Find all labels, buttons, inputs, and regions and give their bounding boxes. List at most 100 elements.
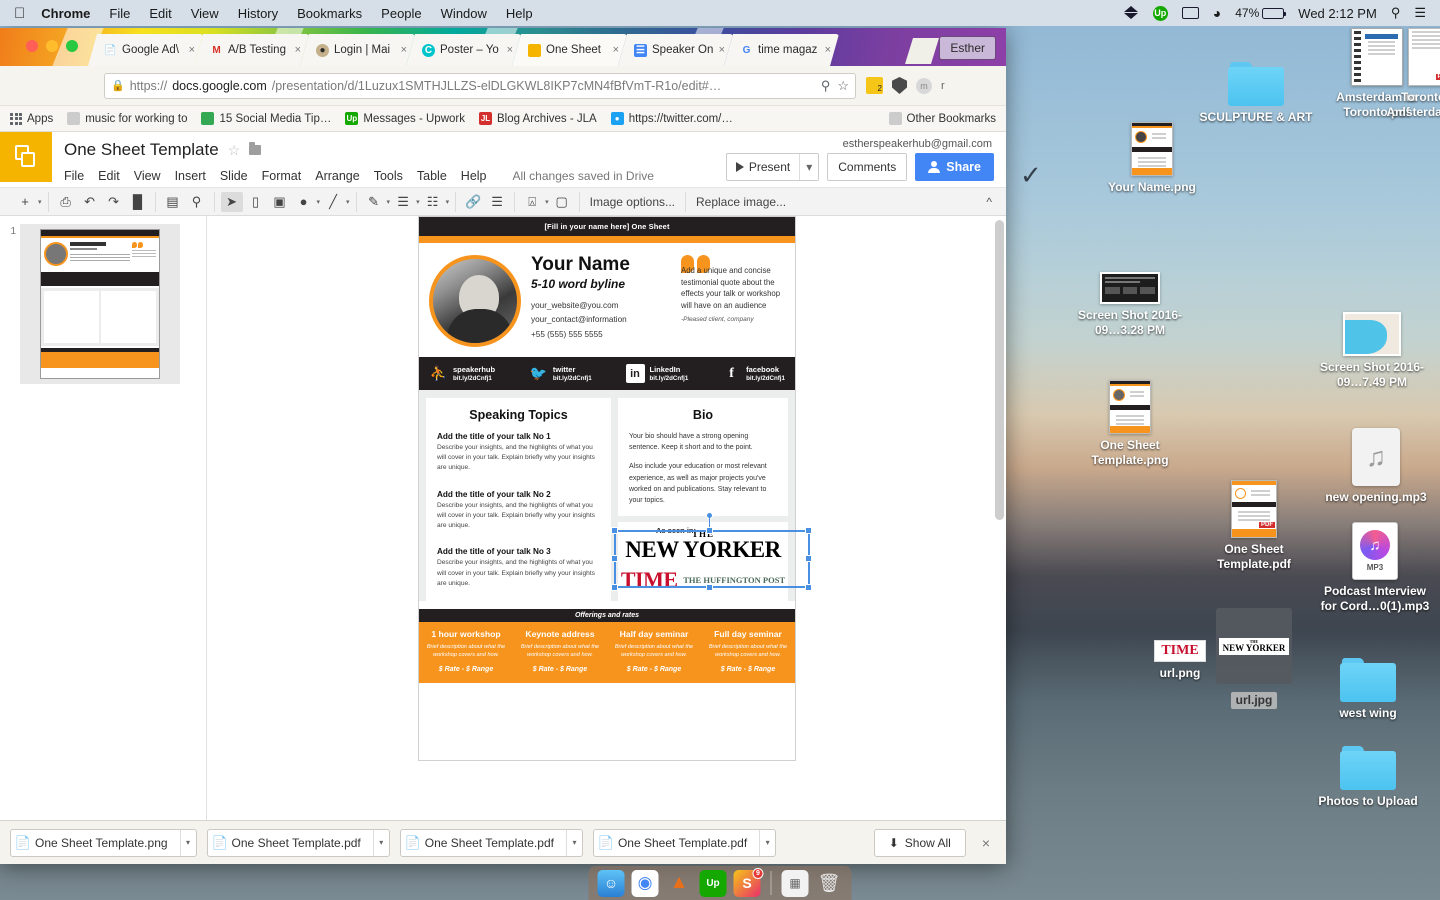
crop-icon[interactable]: ⍓ [521,192,543,212]
desktop-icon-toronto-to-amsterdam[interactable]: PDF Toronto to Amsterdam.pdf [1378,28,1440,120]
stickies-icon[interactable]: ▦ [782,870,809,897]
profile-button[interactable]: Esther [939,36,996,60]
tab-poster-canva[interactable]: C Poster – Yo × [406,34,521,66]
selection-handle[interactable] [805,584,812,591]
minimize-window-button[interactable] [46,40,58,52]
slide-canvas[interactable]: [Fill in your name here] One Sheet Your … [207,216,1006,862]
spotlight-search-icon[interactable]: ⚲ [1391,5,1401,21]
selection-handle[interactable] [706,584,713,591]
slides-menu-arrange[interactable]: Arrange [315,169,359,183]
star-icon[interactable]: ☆ [837,78,849,94]
chevron-down-icon[interactable]: ▾ [387,198,391,206]
social-facebook[interactable]: f facebook bit.ly/2dCnfj1 [722,364,785,383]
chevron-down-icon[interactable]: ▾ [446,198,450,206]
apple-menu-icon[interactable]:  [14,5,25,22]
chevron-down-icon[interactable]: ▾ [799,154,818,180]
menu-history[interactable]: History [238,6,278,21]
airplay-icon[interactable] [1182,7,1199,19]
upwork-icon[interactable]: Up [700,870,727,897]
shape-icon[interactable]: ● [293,192,315,212]
menu-people[interactable]: People [381,6,421,21]
download-item[interactable]: 📄 One Sheet Template.pdf ▾ [207,829,390,857]
slides-menu-tools[interactable]: Tools [374,169,403,183]
desktop-icon-screen-shot-328pm[interactable]: Screen Shot 2016-09…3.28 PM [1070,272,1190,338]
menu-bookmarks[interactable]: Bookmarks [297,6,362,21]
menu-file[interactable]: File [109,6,130,21]
desktop-icon-one-sheet-template-pdf[interactable]: PDF One Sheet Template.pdf [1194,480,1314,572]
pocket-extension-icon[interactable] [892,77,907,94]
window-traffic-lights[interactable] [26,40,78,52]
account-email[interactable]: estherspeakerhub@gmail.com [843,138,992,150]
selection-handle[interactable] [611,527,618,534]
filmstrip-slide-1[interactable]: 1 [0,224,206,384]
collapse-toolbar-icon[interactable]: ^ [986,195,998,209]
chevron-down-icon[interactable]: ▾ [416,198,420,206]
dropbox-icon[interactable] [1124,6,1139,20]
selection-handle[interactable] [706,527,713,534]
desktop-icon-one-sheet-template-png[interactable]: One Sheet Template.png [1070,380,1190,468]
tab-google-ads[interactable]: 📄 Google Ad\ × [88,34,203,66]
desktop-icon-your-name-png[interactable]: Your Name.png [1092,122,1212,195]
upwork-icon[interactable]: Up [1153,6,1168,21]
chrome-icon[interactable]: ◉ [632,870,659,897]
selection-handle[interactable] [611,555,618,562]
new-tab-button[interactable] [905,38,939,64]
address-bar[interactable]: 🔒 https://docs.google.com/presentation/d… [104,73,856,99]
other-bookmarks-button[interactable]: Other Bookmarks [889,112,996,125]
desktop-icon-photos-to-upload[interactable]: Photos to Upload [1308,746,1428,809]
vlc-icon[interactable]: ▲ [666,870,693,897]
star-icon[interactable]: ☆ [228,142,241,159]
text-box-icon[interactable]: ▯ [245,192,267,212]
tab-time-magazine[interactable]: G time magaz × [724,34,839,66]
tab-speaker-one[interactable]: ☰ Speaker On × [618,34,733,66]
slides-menu-edit[interactable]: Edit [98,169,120,183]
border-weight-icon[interactable]: ☰ [392,192,414,212]
add-comment-icon[interactable]: ☰ [486,192,508,212]
social-speakerhub[interactable]: ⛹ speakerhub bit.ly/2dCnfj1 [429,364,495,383]
selection-handle[interactable] [805,555,812,562]
yellow-extension-icon[interactable]: 2 [866,77,883,94]
download-item[interactable]: 📄 One Sheet Template.png ▾ [10,829,197,857]
folder-icon[interactable] [249,145,261,155]
bookmark-15-social-media-tips[interactable]: 15 Social Media Tip… [201,112,331,125]
slides-menu-help[interactable]: Help [461,169,487,183]
chevron-down-icon[interactable]: ▾ [545,198,549,206]
bookmark-apps[interactable]: Apps [10,113,53,125]
gray-extension-icon[interactable]: m [916,78,932,94]
speaker-photo[interactable] [429,255,521,347]
tab-ab-testing[interactable]: M A/B Testing × [194,34,309,66]
paint-format-icon[interactable]: █ [127,192,149,212]
bookmark-messages-upwork[interactable]: Up Messages - Upwork [345,112,465,125]
present-button[interactable]: Present ▾ [726,153,819,181]
desktop-icon-west-wing[interactable]: west wing [1308,658,1428,721]
skitch-icon[interactable]: S9 [734,870,761,897]
download-item[interactable]: 📄 One Sheet Template.pdf ▾ [593,829,776,857]
share-button[interactable]: Share [915,153,994,181]
social-linkedin[interactable]: in LinkedIn bit.ly/2dCnfj1 [626,364,689,383]
image-options-button[interactable]: Image options... [580,192,686,212]
slides-menu-slide[interactable]: Slide [220,169,248,183]
selection-handle[interactable] [805,527,812,534]
bookmark-twitter[interactable]: ● https://twitter.com/… [611,112,733,125]
undo-icon[interactable]: ↶ [79,192,101,212]
menu-edit[interactable]: Edit [149,6,171,21]
maximize-window-button[interactable] [66,40,78,52]
close-window-button[interactable] [26,40,38,52]
menu-bar-clock[interactable]: Wed 2:12 PM [1298,6,1377,21]
desktop-icon-url-jpg[interactable]: THENEW YORKER url.jpg [1194,608,1314,709]
slides-menu-format[interactable]: Format [262,169,302,183]
notification-center-icon[interactable]: ☰ [1414,5,1426,21]
document-title[interactable]: One Sheet Template [64,140,219,160]
insert-image-icon[interactable]: ▣ [269,192,291,212]
menu-help[interactable]: Help [506,6,533,21]
border-dash-icon[interactable]: ☷ [422,192,444,212]
tab-close-icon[interactable]: × [825,44,835,56]
desktop-icon-podcast-interview-mp3[interactable]: ♫MP3 Podcast Interview for Cord…0(1).mp3 [1315,522,1435,614]
letter-extension-icon[interactable]: r [941,80,945,92]
wifi-icon[interactable]: ◕ [1213,5,1221,21]
canvas-scrollbar[interactable] [995,220,1004,680]
desktop-icon-screen-shot-749pm[interactable]: Screen Shot 2016-09…7.49 PM [1312,312,1432,390]
layout-icon[interactable]: ▤ [162,192,184,212]
replace-image-button[interactable]: Replace image... [686,192,796,212]
new-slide-button[interactable]: + [14,192,36,212]
